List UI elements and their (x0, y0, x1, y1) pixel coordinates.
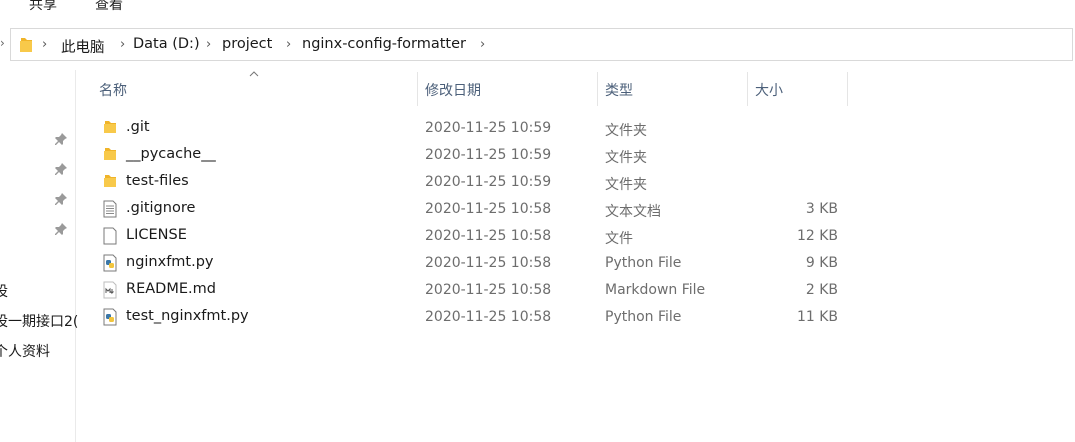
file-date: 2020-11-25 10:58 (425, 255, 552, 271)
file-date: 2020-11-25 10:58 (425, 228, 552, 244)
file-date: 2020-11-25 10:58 (425, 282, 552, 298)
file-name[interactable]: test-files (126, 173, 189, 189)
file-type: 文件夹 (605, 150, 647, 166)
file-row[interactable]: .git 2020-11-25 10:59 文件夹 (100, 115, 860, 142)
file-name[interactable]: nginxfmt.py (126, 254, 214, 270)
nav-item[interactable]: 个人资料 (0, 341, 50, 361)
file-name[interactable]: __pycache__ (126, 146, 216, 162)
file-name[interactable]: README.md (126, 281, 216, 297)
column-divider[interactable] (597, 72, 598, 106)
column-divider[interactable] (417, 72, 418, 106)
file-row[interactable]: test-files 2020-11-25 10:59 文件夹 (100, 169, 860, 196)
column-header-size[interactable]: 大小 (755, 80, 783, 100)
pin-icon[interactable] (54, 192, 68, 206)
pin-icon[interactable] (54, 132, 68, 146)
file-name[interactable]: test_nginxfmt.py (126, 308, 249, 324)
folder-icon (102, 146, 118, 166)
file-type: Markdown File (605, 282, 706, 298)
back-chevron-icon[interactable]: › (0, 36, 5, 50)
file-type: 文件 (605, 231, 633, 247)
file-size: 12 KB (796, 228, 838, 244)
folder-icon (102, 119, 118, 139)
sort-ascending-icon (249, 71, 259, 77)
column-divider[interactable] (847, 72, 848, 106)
file-date: 2020-11-25 10:59 (425, 147, 552, 163)
folder-icon (19, 37, 33, 57)
nav-item[interactable]: 设 (0, 281, 8, 301)
nav-item[interactable]: 设一期接口2( (0, 311, 78, 331)
file-type: 文件夹 (605, 123, 647, 139)
chevron-right-icon[interactable]: › (286, 37, 291, 52)
file-date: 2020-11-25 10:59 (425, 174, 552, 190)
column-header-date[interactable]: 修改日期 (425, 80, 481, 100)
pin-icon[interactable] (54, 222, 68, 236)
file-row[interactable]: LICENSE 2020-11-25 10:58 文件 12 KB (100, 223, 860, 250)
chevron-right-icon[interactable]: › (206, 37, 211, 52)
ribbon-tab-share[interactable]: 共享 (29, 0, 57, 14)
chevron-right-icon[interactable]: › (42, 37, 47, 52)
nav-pane-divider (75, 70, 76, 442)
text-document-icon (102, 200, 118, 222)
file-size: 3 KB (805, 201, 838, 217)
pin-icon[interactable] (54, 162, 68, 176)
file-name[interactable]: LICENSE (126, 227, 187, 243)
breadcrumb-project[interactable]: project (222, 36, 272, 52)
column-header-name[interactable]: 名称 (99, 80, 127, 100)
file-type: Python File (605, 309, 682, 325)
file-date: 2020-11-25 10:58 (425, 201, 552, 217)
column-header-type[interactable]: 类型 (605, 80, 633, 100)
address-bar[interactable]: › 此电脑 › Data (D:) › project › nginx-conf… (10, 28, 1073, 61)
file-type: 文件夹 (605, 177, 647, 193)
file-type: Python File (605, 255, 682, 271)
folder-icon (102, 173, 118, 193)
blank-file-icon (102, 227, 118, 249)
file-size: 11 KB (796, 309, 838, 325)
file-name[interactable]: .git (126, 119, 150, 135)
python-file-icon (102, 254, 118, 276)
file-date: 2020-11-25 10:59 (425, 120, 552, 136)
breadcrumb-current-folder[interactable]: nginx-config-formatter (302, 36, 466, 52)
markdown-file-icon (102, 281, 118, 303)
file-row[interactable]: nginxfmt.py 2020-11-25 10:58 Python File… (100, 250, 860, 277)
chevron-right-icon[interactable]: › (480, 37, 485, 52)
breadcrumb-this-pc[interactable]: 此电脑 (61, 36, 105, 57)
python-file-icon (102, 308, 118, 330)
file-row[interactable]: __pycache__ 2020-11-25 10:59 文件夹 (100, 142, 860, 169)
file-name[interactable]: .gitignore (126, 200, 195, 216)
file-row[interactable]: test_nginxfmt.py 2020-11-25 10:58 Python… (100, 304, 860, 331)
breadcrumb-drive[interactable]: Data (D:) (133, 36, 200, 52)
chevron-right-icon[interactable]: › (120, 37, 125, 52)
file-row[interactable]: README.md 2020-11-25 10:58 Markdown File… (100, 277, 860, 304)
file-row[interactable]: .gitignore 2020-11-25 10:58 文本文档 3 KB (100, 196, 860, 223)
file-date: 2020-11-25 10:58 (425, 309, 552, 325)
file-size: 9 KB (805, 255, 838, 271)
file-type: 文本文档 (605, 204, 661, 220)
file-size: 2 KB (805, 282, 838, 298)
column-divider[interactable] (747, 72, 748, 106)
ribbon-tab-view[interactable]: 查看 (95, 0, 123, 14)
